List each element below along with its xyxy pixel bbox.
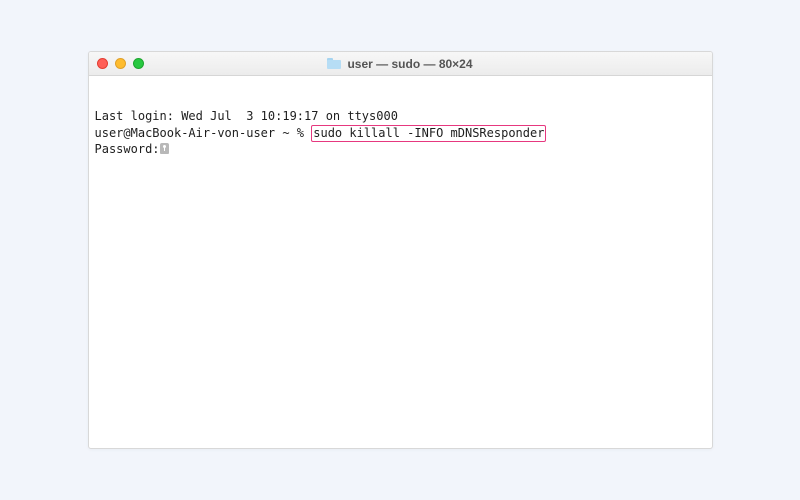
title-center: user — sudo — 80×24 xyxy=(89,57,712,71)
prompt-line: user@MacBook-Air-von-user ~ % sudo killa… xyxy=(95,125,706,143)
terminal-window: user — sudo — 80×24 Last login: Wed Jul … xyxy=(88,51,713,449)
last-login-line: Last login: Wed Jul 3 10:19:17 on ttys00… xyxy=(95,109,706,125)
window-titlebar[interactable]: user — sudo — 80×24 xyxy=(89,52,712,76)
password-label: Password: xyxy=(95,142,160,156)
password-line: Password: xyxy=(95,142,706,158)
zoom-button[interactable] xyxy=(133,58,144,69)
minimize-button[interactable] xyxy=(115,58,126,69)
command-highlight: sudo killall -INFO mDNSResponder xyxy=(311,125,546,143)
window-title: user — sudo — 80×24 xyxy=(347,57,472,71)
close-button[interactable] xyxy=(97,58,108,69)
key-icon xyxy=(160,143,169,154)
folder-icon xyxy=(327,58,341,69)
traffic-lights xyxy=(97,58,144,69)
shell-prompt: user@MacBook-Air-von-user ~ % xyxy=(95,126,312,140)
terminal-body[interactable]: Last login: Wed Jul 3 10:19:17 on ttys00… xyxy=(89,76,712,448)
